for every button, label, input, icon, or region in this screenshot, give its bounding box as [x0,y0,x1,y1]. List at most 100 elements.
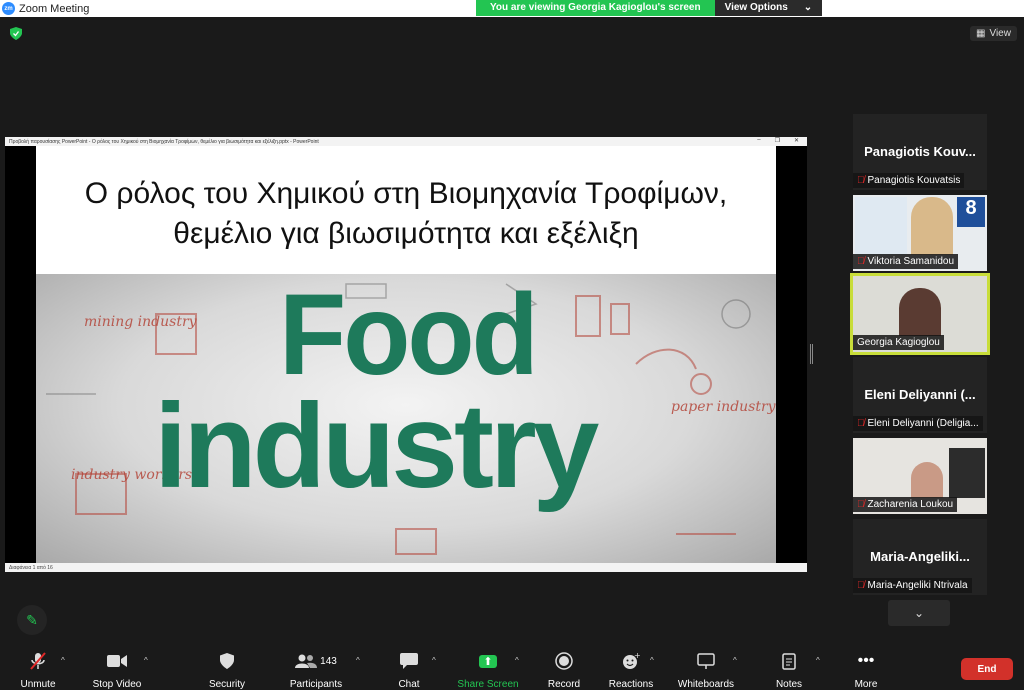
participant-label: 🎙̸ Eleni Deliyanni (Deligia... [853,416,983,431]
participant-name: Maria-Angeliki Ntrivala [867,580,968,591]
participants-icon: 143 [281,650,351,672]
notes-button[interactable]: Notes [754,650,824,690]
grid-icon: ▦ [976,28,986,39]
participant-video-person [899,288,941,336]
smiley-plus-icon: + [596,650,666,672]
notes-label: Notes [775,679,803,690]
participant-tile-3-active[interactable]: Georgia Kagioglou [850,273,990,355]
whiteboards-options-caret[interactable]: ^ [733,656,737,665]
ppt-status-bar: Διαφάνεια 1 από 16 [5,563,807,572]
zoom-logo-icon: zm [2,2,15,15]
record-button[interactable]: Record [529,650,599,690]
share-screen-label: Share Screen [457,679,519,690]
slide-title: Ο ρόλος του Χημικού στη Βιομηχανία Τροφί… [36,174,776,254]
participant-big-name: Eleni Deliyanni (... [864,387,976,402]
reactions-button[interactable]: + Reactions [596,650,666,690]
participant-big-name: Panagiotis Kouv... [864,144,976,159]
mic-muted-icon: 🎙̸ [857,175,865,186]
end-button[interactable]: End [961,658,1013,680]
record-icon [529,650,599,672]
share-screen-button[interactable]: ⬆ Share Screen [453,650,523,690]
participant-name: Georgia Kagioglou [857,337,940,348]
security-label: Security [208,679,246,690]
meeting-toolbar: Unmute ^ Stop Video ^ Security 143 Parti… [0,644,1024,690]
view-options-label: View Options [724,2,788,13]
view-label: View [989,28,1011,39]
mic-muted-icon: 🎙̸ [857,580,865,591]
food-word: Food [279,274,539,400]
security-button[interactable]: Security [192,650,262,690]
participant-label: Georgia Kagioglou [853,335,944,350]
notes-options-caret[interactable]: ^ [816,656,820,665]
reactions-options-caret[interactable]: ^ [650,656,654,665]
close-icon: ✕ [793,138,799,144]
encryption-shield-icon[interactable] [10,27,22,40]
whiteboard-icon [671,650,741,672]
restore-icon: ❐ [774,138,780,144]
whiteboards-label: Whiteboards [677,679,735,690]
slide-title-line1: Ο ρόλος του Χημικού στη Βιομηχανία Τροφί… [84,177,728,210]
participant-label: 🎙̸ Maria-Angeliki Ntrivala [853,578,972,593]
participant-label: 🎙̸ Viktoria Samanidou [853,254,959,269]
video-options-caret[interactable]: ^ [144,656,148,665]
participants-options-caret[interactable]: ^ [356,656,360,665]
participants-count: 143 [320,655,337,667]
split-handle[interactable] [810,344,813,364]
ppt-title-bar: Προβολή παρουσίασης PowerPoint - Ο ρόλος… [5,137,807,146]
video-camera-icon [82,650,152,672]
view-button[interactable]: ▦ View [970,26,1017,41]
chat-options-caret[interactable]: ^ [432,656,436,665]
audio-options-caret[interactable]: ^ [61,656,65,665]
doodle-paper: paper industry [671,399,776,415]
annotate-pen-button[interactable]: ✎ [17,605,47,635]
minimize-icon: – [757,137,761,143]
participant-label: 🎙̸ Zacharenia Loukou [853,497,958,512]
participant-tile-6[interactable]: Maria-Angeliki... 🎙̸ Maria-Angeliki Ntri… [853,519,987,595]
participant-name: Eleni Deliyanni (Deligia... [867,418,979,429]
slide-counter: Διαφάνεια 1 από 16 [9,564,53,571]
chevron-down-icon: ⌄ [803,2,813,13]
participants-scroll-down-button[interactable]: ⌄ [888,600,950,626]
participant-name: Zacharenia Loukou [867,499,954,510]
shield-icon [192,650,262,672]
participant-tile-4[interactable]: Eleni Deliyanni (... 🎙̸ Eleni Deliyanni … [853,357,987,433]
unmute-label: Unmute [20,679,56,690]
participant-tile-1[interactable]: Panagiotis Kouv... 🎙̸ Panagiotis Kouvats… [853,114,987,190]
zoom-window: zm Zoom Meeting You are viewing Georgia … [0,0,1024,690]
record-label: Record [547,679,581,690]
background-window [949,448,985,498]
share-options-caret[interactable]: ^ [515,656,519,665]
participant-tile-5[interactable]: 🎙̸ Zacharenia Loukou [853,438,987,514]
slide-title-line2: θεμέλιο για βιωσιμότητα και εξέλιξη [173,217,639,250]
stop-video-label: Stop Video [92,679,142,690]
svg-text:+: + [634,652,640,660]
mic-muted-icon: 🎙̸ [857,499,865,510]
more-label: More [854,679,878,690]
pen-icon: ✎ [26,611,38,628]
participant-video-person [911,462,943,498]
viewing-notice: You are viewing Georgia Kagioglou's scre… [476,0,715,16]
view-options-button[interactable]: View Options ⌄ [714,0,823,16]
mic-muted-icon: 🎙̸ [857,256,865,267]
whiteboards-button[interactable]: Whiteboards [671,650,741,690]
participants-button[interactable]: 143 Participants [281,650,351,690]
reactions-label: Reactions [608,679,654,690]
participant-name: Panagiotis Kouvatsis [867,175,961,186]
participant-video-person [911,197,953,255]
poster-number: 8 [957,197,985,227]
participant-tile-2[interactable]: 8 🎙̸ Viktoria Samanidou [853,195,987,271]
stop-video-button[interactable]: Stop Video [82,650,152,690]
chat-label: Chat [398,679,420,690]
participant-label: 🎙̸ Panagiotis Kouvatsis [853,173,965,188]
more-dots-icon: ••• [857,652,875,669]
mic-muted-icon: 🎙̸ [857,418,865,429]
share-arrow-icon: ⬆ [453,650,523,672]
ppt-window-title: Προβολή παρουσίασης PowerPoint - Ο ρόλος… [9,138,319,145]
participant-big-name: Maria-Angeliki... [870,549,970,564]
shared-screen: Προβολή παρουσίασης PowerPoint - Ο ρόλος… [5,137,807,572]
slide: Ο ρόλος του Χημικού στη Βιομηχανία Τροφί… [36,146,776,565]
more-button[interactable]: ••• More [831,650,901,690]
virtual-background-poster [855,197,907,255]
chevron-down-icon: ⌄ [913,606,925,620]
industry-word: industry [154,379,599,513]
